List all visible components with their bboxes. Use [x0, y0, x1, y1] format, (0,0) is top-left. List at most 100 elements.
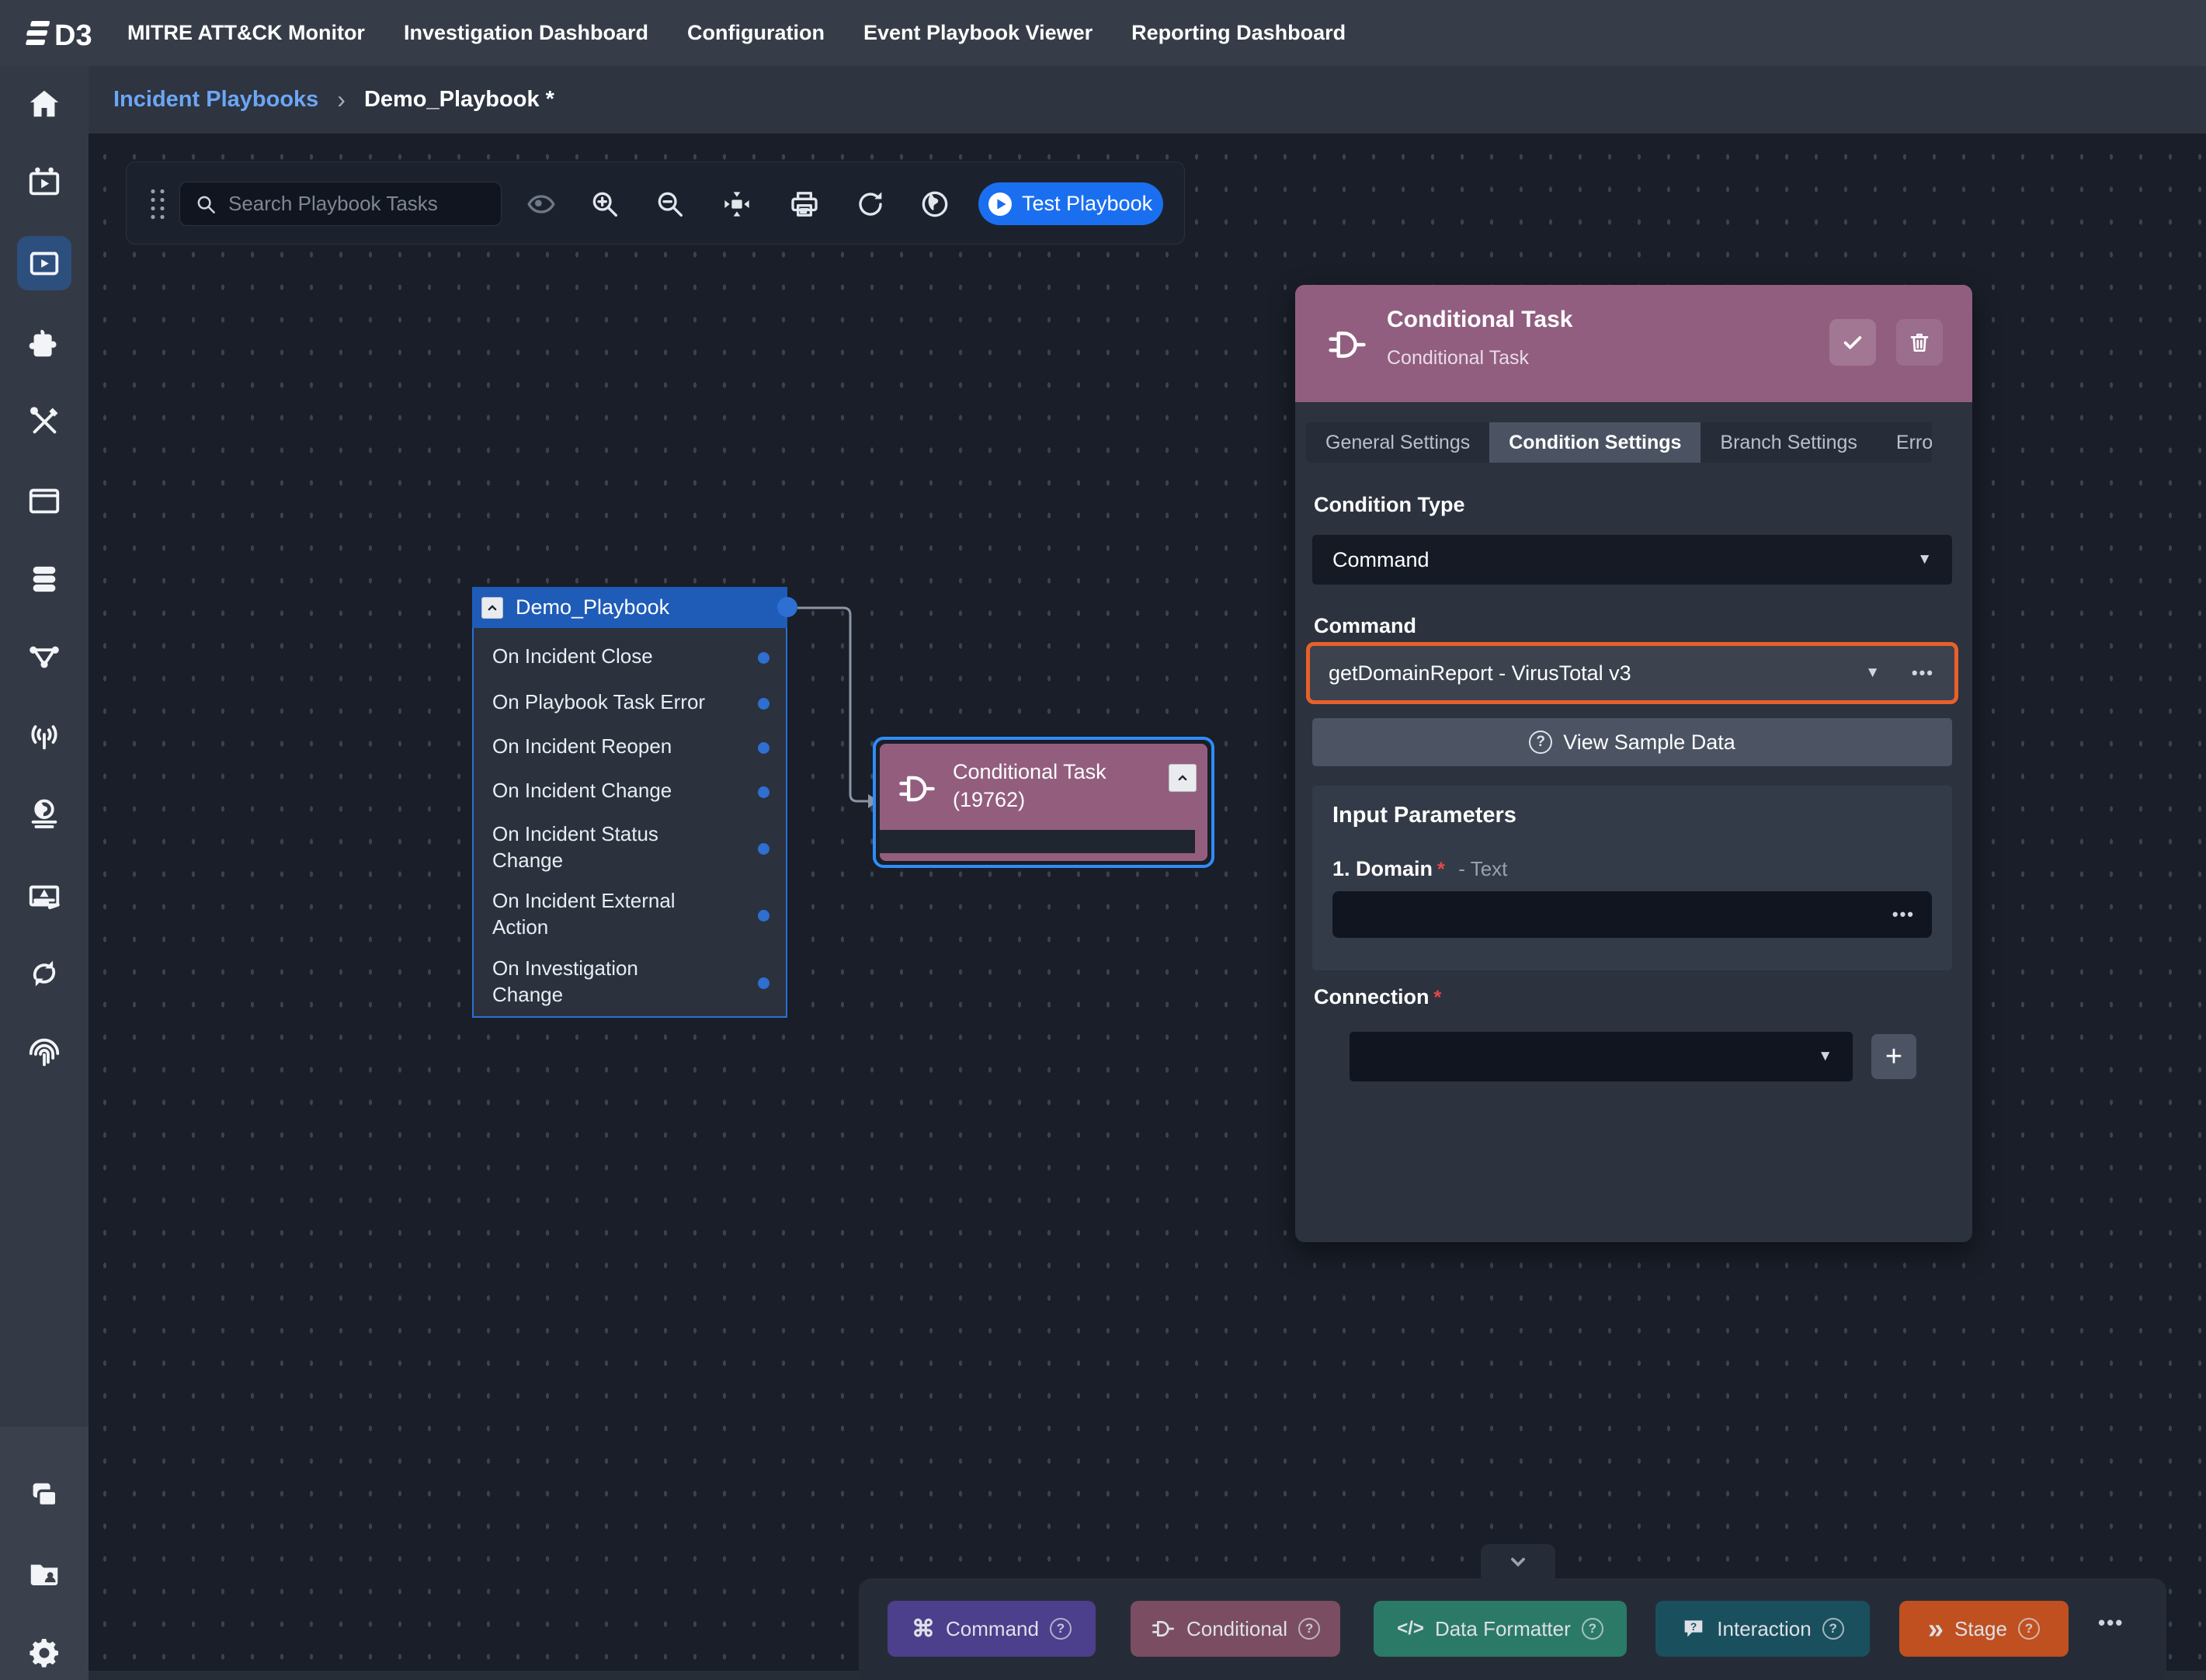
task-type-toolbar: ⌘ Command ? Conditional ? </> Data Forma… — [859, 1578, 2166, 1680]
sidebar-item-identity[interactable] — [17, 1026, 71, 1080]
sidebar-item-integrations[interactable] — [17, 316, 71, 370]
drag-handle-icon[interactable] — [148, 187, 167, 221]
sidebar-item-contacts[interactable] — [17, 1546, 71, 1601]
chevron-up-icon — [485, 600, 500, 616]
collapse-node-button[interactable] — [481, 597, 503, 619]
test-playbook-button[interactable]: Test Playbook — [978, 182, 1163, 225]
tab-error-handling[interactable]: Error Handling — [1877, 422, 1932, 463]
trigger-connector-dot[interactable] — [758, 910, 769, 922]
nav-mitre-attack-monitor[interactable]: MITRE ATT&CK Monitor — [127, 21, 365, 45]
tab-general-settings[interactable]: General Settings — [1306, 422, 1489, 463]
trigger-on-incident-change[interactable]: On Incident Change — [492, 777, 749, 804]
view-sample-data-label: View Sample Data — [1563, 731, 1735, 755]
add-stage-button[interactable]: » Stage ? — [1899, 1601, 2069, 1657]
calendar-play-icon — [26, 165, 62, 200]
sidebar-item-home[interactable] — [17, 77, 71, 131]
sidebar-item-copy[interactable] — [17, 1468, 71, 1522]
nav-investigation-dashboard[interactable]: Investigation Dashboard — [404, 21, 648, 45]
search-box[interactable] — [179, 182, 502, 226]
trigger-connector-dot[interactable] — [758, 843, 769, 855]
antenna-icon — [26, 718, 62, 754]
nav-event-playbook-viewer[interactable]: Event Playbook Viewer — [863, 21, 1093, 45]
collapse-node-button[interactable] — [1169, 764, 1197, 792]
trigger-connector-dot[interactable] — [758, 786, 769, 798]
trigger-on-investigation-change[interactable]: On Investigation Change — [492, 955, 749, 1008]
sidebar-item-web-portal[interactable] — [17, 788, 71, 842]
output-connector-dot[interactable] — [777, 597, 797, 617]
nav-configuration[interactable]: Configuration — [687, 21, 825, 45]
sidebar-item-incident-playbooks-active[interactable] — [17, 236, 71, 290]
sidebar-item-webhooks[interactable] — [17, 709, 71, 763]
visibility-toggle-button[interactable] — [523, 186, 560, 223]
demo-playbook-node-title: Demo_Playbook — [516, 595, 669, 620]
sidebar-item-connections[interactable] — [17, 630, 71, 685]
trigger-connector-dot[interactable] — [758, 977, 769, 989]
question-circle-icon[interactable]: ? — [1582, 1618, 1603, 1640]
eye-icon — [526, 189, 557, 220]
trigger-on-playbook-task-error[interactable]: On Playbook Task Error — [492, 689, 749, 715]
conditional-task-node[interactable]: Conditional Task (19762) — [880, 744, 1207, 861]
connection-select[interactable]: ▼ — [1350, 1032, 1853, 1081]
fit-view-button[interactable] — [718, 186, 756, 223]
question-circle-icon[interactable]: ? — [2018, 1618, 2040, 1640]
trigger-connector-dot[interactable] — [758, 698, 769, 710]
tab-condition-settings[interactable]: Condition Settings — [1489, 422, 1701, 463]
window-icon — [26, 483, 62, 519]
sidebar-item-event-playbooks[interactable] — [17, 155, 71, 210]
more-task-types-button[interactable]: ••• — [2098, 1611, 2124, 1635]
trigger-connector-dot[interactable] — [758, 742, 769, 754]
breadcrumb-incident-playbooks[interactable]: Incident Playbooks — [113, 87, 318, 113]
incident-report-icon — [26, 880, 62, 915]
add-data-formatter-task-button[interactable]: </> Data Formatter ? — [1374, 1601, 1627, 1657]
refresh-button[interactable] — [852, 186, 889, 223]
print-button[interactable] — [786, 186, 823, 223]
logo-text: D3 — [54, 19, 92, 52]
sidebar-item-data-sources[interactable] — [17, 552, 71, 606]
panel-title: Conditional Task — [1387, 307, 1572, 333]
sidebar-item-sync[interactable] — [17, 946, 71, 1001]
sync-icon — [26, 956, 62, 991]
trigger-on-incident-reopen[interactable]: On Incident Reopen — [492, 733, 749, 759]
search-playbook-tasks-input[interactable] — [228, 192, 485, 216]
panel-header: Conditional Task Conditional Task — [1295, 285, 1972, 402]
add-conditional-task-button[interactable]: Conditional ? — [1131, 1601, 1340, 1657]
command-select-highlighted[interactable]: getDomainReport - VirusTotal v3 ▼ ••• — [1306, 642, 1958, 704]
zoom-out-button[interactable] — [651, 186, 689, 223]
trigger-on-incident-external-action[interactable]: On Incident External Action — [492, 887, 749, 940]
sidebar-item-utilities[interactable] — [17, 394, 71, 449]
d3-logo-icon[interactable]: D3 — [22, 15, 99, 52]
gear-icon — [26, 1635, 62, 1671]
globe-button[interactable] — [916, 186, 954, 223]
canvas-toolbar: Test Playbook — [126, 161, 1185, 245]
question-circle-icon[interactable]: ? — [1822, 1618, 1844, 1640]
toolbar-collapse-tab[interactable] — [1481, 1544, 1555, 1579]
param-domain-input[interactable]: ••• — [1332, 891, 1932, 938]
add-connection-button[interactable]: + — [1871, 1034, 1916, 1079]
condition-type-select[interactable]: Command ▼ — [1312, 535, 1952, 585]
trigger-connector-dot[interactable] — [758, 652, 769, 664]
puzzle-icon — [26, 325, 62, 361]
trigger-on-incident-close[interactable]: On Incident Close — [492, 643, 749, 669]
add-command-task-button[interactable]: ⌘ Command ? — [888, 1601, 1096, 1657]
conditional-button-label: Conditional — [1186, 1617, 1287, 1641]
confirm-button[interactable] — [1829, 319, 1876, 366]
delete-button[interactable] — [1896, 319, 1943, 366]
add-interaction-task-button[interactable]: ? Interaction ? — [1655, 1601, 1870, 1657]
sidebar-item-events[interactable] — [17, 474, 71, 528]
trigger-on-incident-status-change[interactable]: On Incident Status Change — [492, 821, 749, 873]
tab-branch-settings[interactable]: Branch Settings — [1701, 422, 1877, 463]
param-type: - Text — [1458, 857, 1507, 880]
sidebar-item-settings[interactable] — [17, 1626, 71, 1680]
demo-playbook-node-header[interactable]: Demo_Playbook — [472, 587, 787, 628]
view-sample-data-button[interactable]: ? View Sample Data — [1312, 718, 1952, 766]
sidebar-item-incident-reports[interactable] — [17, 870, 71, 925]
connection-required-asterisk: * — [1434, 987, 1442, 1008]
question-circle-icon[interactable]: ? — [1298, 1618, 1320, 1640]
command-more-button[interactable]: ••• — [1912, 663, 1934, 683]
nav-reporting-dashboard[interactable]: Reporting Dashboard — [1131, 21, 1346, 45]
zoom-in-button[interactable] — [586, 186, 624, 223]
param-more-button[interactable]: ••• — [1892, 904, 1915, 925]
demo-playbook-node[interactable]: Demo_Playbook On Incident Close On Playb… — [472, 587, 787, 1018]
question-circle-icon[interactable]: ? — [1050, 1618, 1072, 1640]
conditional-task-node-selected[interactable]: Conditional Task (19762) — [873, 737, 1214, 868]
